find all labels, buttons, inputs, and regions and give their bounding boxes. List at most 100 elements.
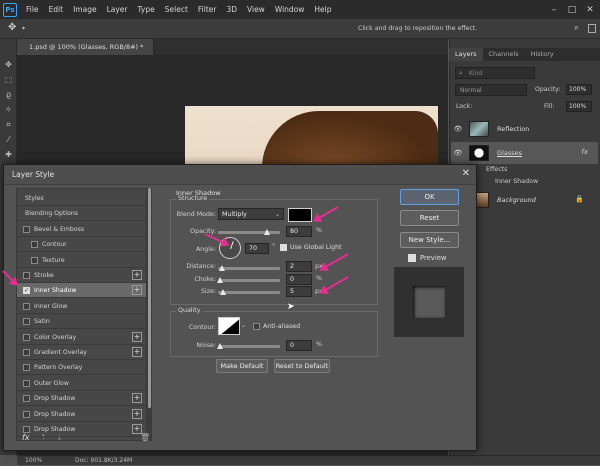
menu-view[interactable]: View	[242, 5, 270, 14]
eye-icon[interactable]: 👁	[451, 149, 465, 157]
maximize-icon[interactable]: □	[563, 0, 581, 19]
noise-slider-knob[interactable]	[217, 343, 223, 349]
add-style-icon[interactable]: +	[132, 285, 142, 296]
style-checkbox[interactable]	[23, 318, 30, 326]
minimize-icon[interactable]: –	[545, 0, 563, 19]
marquee-icon[interactable]: ⬚	[3, 74, 14, 85]
style-checkbox[interactable]	[23, 364, 30, 372]
choke-input[interactable]: 0	[286, 274, 312, 285]
style-checkbox[interactable]	[23, 225, 30, 233]
menu-window[interactable]: Window	[270, 5, 310, 14]
style-item-color-overlay[interactable]: Color Overlay +	[17, 330, 146, 345]
reset-button[interactable]: Reset	[400, 210, 459, 226]
close-icon[interactable]: ✕	[462, 168, 470, 179]
size-slider[interactable]	[218, 291, 280, 294]
distance-slider[interactable]	[218, 267, 280, 270]
blend-mode-dropdown[interactable]: Multiply ⌄	[218, 208, 284, 220]
style-item-drop-shadow[interactable]: Drop Shadow +	[17, 391, 146, 407]
menu-image[interactable]: Image	[68, 5, 102, 14]
global-light-checkbox[interactable]	[280, 244, 287, 251]
menu-edit[interactable]: Edit	[44, 5, 69, 14]
trash-icon[interactable]: 🗑	[140, 433, 150, 442]
chevron-down-icon[interactable]: ⌄	[241, 322, 246, 329]
eyedropper-icon[interactable]: ⁄	[3, 134, 14, 145]
style-item-stroke[interactable]: Stroke +	[17, 268, 146, 283]
opacity-input[interactable]: 100%	[566, 84, 592, 95]
size-input[interactable]: 5	[286, 286, 312, 297]
move-icon[interactable]: ✥	[3, 59, 14, 70]
search-icon[interactable]: ⌕	[574, 23, 579, 33]
magic-wand-icon[interactable]: ✧	[3, 104, 14, 115]
size-slider-knob[interactable]	[220, 289, 226, 295]
noise-input[interactable]: 0	[286, 340, 312, 351]
opacity-slider[interactable]	[218, 231, 280, 234]
workspace-icon[interactable]	[588, 24, 596, 33]
style-checkbox[interactable]	[23, 333, 30, 341]
distance-slider-knob[interactable]	[219, 265, 225, 271]
opacity-input[interactable]: 80	[286, 226, 312, 237]
style-item-contour[interactable]: Contour	[17, 237, 146, 253]
menu-layer[interactable]: Layer	[102, 5, 133, 14]
preview-checkbox[interactable]	[408, 254, 416, 262]
layer-row-reflection[interactable]: 👁 Reflection	[451, 118, 598, 140]
add-style-icon[interactable]: +	[132, 347, 142, 357]
anti-aliased-checkbox[interactable]	[253, 323, 260, 330]
choke-slider-knob[interactable]	[217, 277, 223, 283]
close-icon[interactable]: ✕	[581, 0, 599, 19]
style-item-texture[interactable]: Texture	[17, 253, 146, 268]
new-style-button[interactable]: New Style...	[400, 232, 459, 248]
style-checkbox[interactable]	[31, 256, 38, 264]
menu-3d[interactable]: 3D	[221, 5, 242, 14]
filter-kind-input[interactable]: ⌕ Kind	[455, 67, 535, 79]
style-checkbox[interactable]	[31, 241, 38, 249]
style-checkbox[interactable]	[23, 395, 30, 403]
fx-icon[interactable]: fx	[581, 148, 588, 156]
style-item-satin[interactable]: Satin	[17, 314, 146, 330]
style-item-pattern-overlay[interactable]: Pattern Overlay	[17, 360, 146, 376]
make-default-button[interactable]: Make Default	[216, 359, 268, 373]
style-item-bevel-emboss[interactable]: Bevel & Emboss	[17, 222, 146, 237]
style-item-inner-glow[interactable]: Inner Glow	[17, 299, 146, 314]
tab-history[interactable]: History	[525, 48, 560, 61]
add-style-icon[interactable]: +	[132, 331, 142, 342]
style-checkbox[interactable]	[23, 349, 30, 356]
ok-button[interactable]: OK	[400, 189, 459, 205]
menu-select[interactable]: Select	[160, 5, 193, 14]
menu-file[interactable]: File	[21, 5, 44, 14]
style-item-inner-shadow[interactable]: ✓ Inner Shadow +	[17, 283, 146, 299]
angle-input[interactable]: 70	[245, 243, 269, 254]
shadow-color-swatch[interactable]	[288, 208, 312, 222]
move-up-icon[interactable]: ⇡	[40, 433, 47, 442]
style-checkbox[interactable]	[23, 426, 30, 433]
add-style-icon[interactable]: +	[132, 408, 142, 419]
choke-slider[interactable]	[218, 279, 280, 282]
distance-input[interactable]: 2	[286, 261, 312, 272]
style-item-blending-options[interactable]: Blending Options	[17, 206, 146, 222]
style-item-outer-glow[interactable]: Outer Glow	[17, 376, 146, 391]
scrollbar-thumb[interactable]	[148, 188, 151, 408]
style-checkbox[interactable]	[23, 410, 30, 418]
fx-icon[interactable]: fx	[22, 433, 30, 442]
healing-icon[interactable]: ✚	[3, 149, 14, 160]
lasso-icon[interactable]: ϱ	[3, 89, 14, 100]
opacity-slider-knob[interactable]	[264, 229, 271, 235]
eye-icon[interactable]: 👁	[451, 125, 465, 133]
style-checkbox[interactable]	[23, 379, 30, 387]
add-style-icon[interactable]: +	[132, 270, 142, 280]
dialog-title-bar[interactable]: Layer Style	[4, 165, 476, 185]
style-checkbox[interactable]	[23, 302, 30, 310]
style-item-gradient-overlay[interactable]: Gradient Overlay +	[17, 345, 146, 360]
style-item-drop-shadow[interactable]: Drop Shadow +	[17, 407, 146, 422]
document-tab[interactable]: 1.psd @ 100% (Glasses, RGB/8#) *	[17, 39, 154, 55]
contour-picker[interactable]	[218, 317, 240, 335]
menu-filter[interactable]: Filter	[193, 5, 222, 14]
move-down-icon[interactable]: ⇣	[56, 433, 63, 442]
style-item-styles[interactable]: Styles	[17, 191, 146, 206]
tab-layers[interactable]: Layers	[449, 48, 483, 61]
menu-help[interactable]: Help	[309, 5, 336, 14]
blend-mode-select[interactable]: Normal	[455, 84, 527, 96]
chevron-down-icon[interactable]: ▾	[22, 25, 25, 32]
add-style-icon[interactable]: +	[132, 393, 142, 404]
crop-icon[interactable]: ⌗	[3, 119, 14, 130]
menu-type[interactable]: Type	[133, 5, 160, 14]
